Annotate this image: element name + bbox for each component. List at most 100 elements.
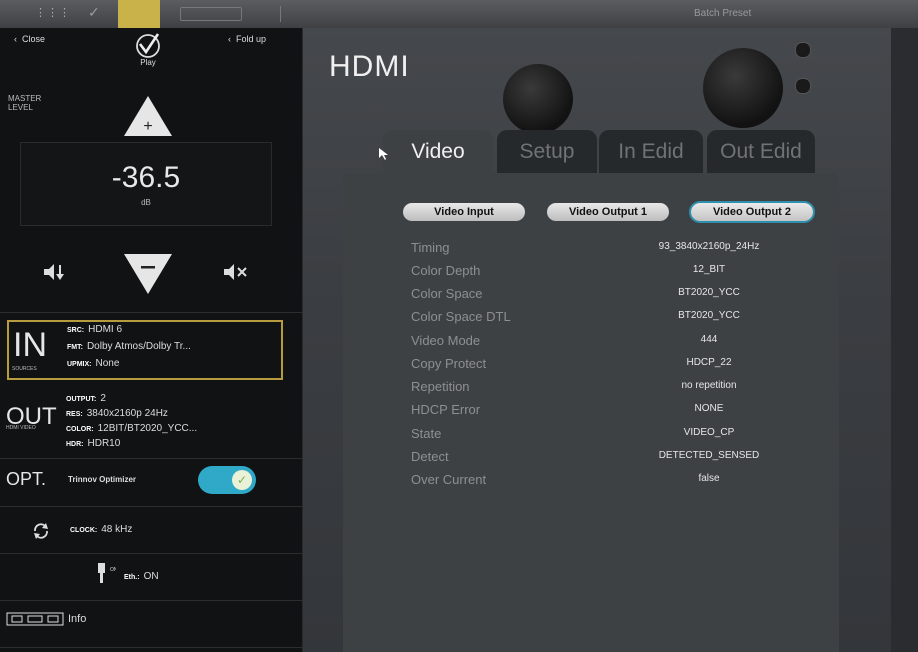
- fmt-value: Dolby Atmos/Dolby Tr...: [86, 341, 191, 352]
- background-button: [795, 42, 811, 58]
- res-value: 3840x2160p 24Hz: [86, 408, 168, 419]
- hdr-key: HDR:: [66, 441, 84, 448]
- page-title: HDMI: [329, 50, 410, 83]
- color-space-dtl-label: Color Space DTL: [411, 309, 511, 324]
- volume-unit: dB: [141, 198, 151, 207]
- toolbar-field[interactable]: [180, 7, 242, 21]
- divider: [0, 312, 302, 313]
- in-label: IN: [13, 326, 47, 364]
- master-level-label: MASTER LEVEL: [8, 94, 42, 112]
- color-key: COLOR:: [66, 426, 94, 433]
- right-scroll-strip[interactable]: [891, 28, 918, 652]
- over-current-label: Over Current: [411, 472, 487, 487]
- hdcp-error-label: HDCP Error: [411, 402, 481, 417]
- left-panel: ‹ Close Play ‹ Fold up MASTER LEVEL + -3…: [0, 28, 303, 652]
- res-row: RES: 3840x2160p 24Hz: [66, 408, 168, 419]
- upmix-key: UPMIX:: [67, 361, 92, 368]
- grid-icon[interactable]: ⋮⋮⋮: [35, 6, 70, 20]
- optimizer-label: Trinnov Optimizer: [68, 475, 137, 484]
- fmt-row: FMT: Dolby Atmos/Dolby Tr...: [67, 341, 191, 352]
- svg-text:+: +: [143, 118, 152, 135]
- output-row: OUTPUT: 2: [66, 393, 106, 404]
- tab-out-edid[interactable]: Out Edid: [707, 130, 815, 174]
- clock-value: 48 kHz: [101, 524, 133, 535]
- check-icon: ✓: [232, 470, 252, 490]
- tab-in-edid-label: In Edid: [618, 140, 684, 163]
- clock-key: CLOCK:: [70, 527, 98, 534]
- timing-label: Timing: [411, 240, 450, 255]
- video-output-1-button[interactable]: Video Output 1: [547, 203, 669, 221]
- repetition-value: no repetition: [681, 380, 737, 391]
- hdcp-error-value: NONE: [694, 403, 724, 414]
- volume-up-button[interactable]: +: [122, 94, 174, 138]
- play-mode-button[interactable]: [118, 0, 160, 28]
- background-button: [795, 78, 811, 94]
- svg-text:Play: Play: [140, 58, 156, 67]
- color-value: 12BIT/BT2020_YCC...: [97, 423, 198, 434]
- volume-step-down-icon[interactable]: [42, 262, 66, 282]
- close-label: Close: [22, 34, 46, 44]
- volume-down-button[interactable]: [122, 252, 174, 296]
- info-label[interactable]: Info: [68, 613, 86, 625]
- color-space-value: BT2020_YCC: [678, 287, 740, 298]
- state-label: State: [411, 426, 442, 441]
- divider: [0, 458, 302, 459]
- src-key: SRC:: [67, 327, 85, 334]
- color-row: COLOR: 12BIT/BT2020_YCC...: [66, 423, 197, 434]
- upmix-row: UPMIX: None: [67, 358, 119, 369]
- check-icon[interactable]: ✓: [88, 4, 100, 21]
- color-space-dtl-value: BT2020_YCC: [678, 310, 740, 321]
- clock-row: CLOCK: 48 kHz: [70, 524, 132, 535]
- background-knob: [703, 48, 783, 128]
- cursor-icon: [379, 148, 388, 160]
- ethernet-icon: ON: [96, 561, 118, 585]
- output-key: OUTPUT:: [66, 396, 97, 403]
- fold-up-button[interactable]: ‹ Fold up: [228, 34, 266, 44]
- hdmi-video-label: HDMI VIDEO: [6, 425, 36, 431]
- video-input-button[interactable]: Video Input: [403, 203, 525, 221]
- color-depth-value: 12_BIT: [692, 264, 726, 275]
- divider: [0, 647, 302, 648]
- upmix-value: None: [95, 358, 120, 369]
- opt-label: OPT.: [6, 469, 47, 489]
- fmt-key: FMT:: [67, 344, 83, 351]
- hdr-row: HDR: HDR10: [66, 438, 120, 449]
- src-value: HDMI 6: [88, 324, 123, 335]
- divider: [0, 600, 302, 601]
- output-value: 2: [100, 393, 106, 404]
- copy-protect-label: Copy Protect: [411, 356, 487, 371]
- ethernet-value: ON: [143, 571, 159, 582]
- hdr-value: HDR10: [87, 438, 121, 449]
- volume-value: -36.5: [111, 161, 181, 194]
- background-knob: [503, 64, 573, 134]
- mute-icon[interactable]: [222, 262, 248, 282]
- detect-value: DETECTED_SENSED: [658, 450, 760, 461]
- state-value: VIDEO_CP: [683, 427, 735, 438]
- color-depth-label: Color Depth: [411, 263, 481, 278]
- ethernet-row: Eth.: ON: [124, 571, 159, 582]
- detect-label: Detect: [411, 449, 449, 464]
- input-section[interactable]: IN SOURCES SRC: HDMI 6 FMT: Dolby Atmos/Do…: [7, 320, 283, 380]
- video-output-2-button[interactable]: Video Output 2: [691, 203, 813, 221]
- divider: [0, 506, 302, 507]
- close-button[interactable]: ‹ Close: [14, 34, 45, 44]
- repetition-label: Repetition: [411, 379, 470, 394]
- video-mode-value: 444: [700, 334, 718, 345]
- video-mode-label: Video Mode: [411, 333, 481, 348]
- ethernet-key: Eth.:: [124, 574, 140, 581]
- tab-video[interactable]: Video: [379, 130, 493, 174]
- optimizer-toggle[interactable]: ✓: [198, 466, 256, 494]
- batch-preset-label[interactable]: Batch Preset: [664, 4, 814, 24]
- sources-label: SOURCES: [12, 366, 37, 372]
- tab-setup-label: Setup: [519, 140, 575, 163]
- volume-display: -36.5 dB: [20, 142, 272, 226]
- tab-in-edid[interactable]: In Edid: [599, 130, 703, 174]
- device-icon[interactable]: [6, 612, 64, 626]
- svg-text:ON: ON: [110, 567, 116, 573]
- timing-value: 93_3840x2160p_24Hz: [658, 241, 760, 252]
- main-area: HDMI Video Setup In Edid Out Edid Video …: [303, 28, 918, 652]
- divider: [0, 553, 302, 554]
- tab-setup[interactable]: Setup: [497, 130, 597, 174]
- play-logo: Play: [128, 32, 168, 68]
- toolbar-divider: [280, 6, 281, 22]
